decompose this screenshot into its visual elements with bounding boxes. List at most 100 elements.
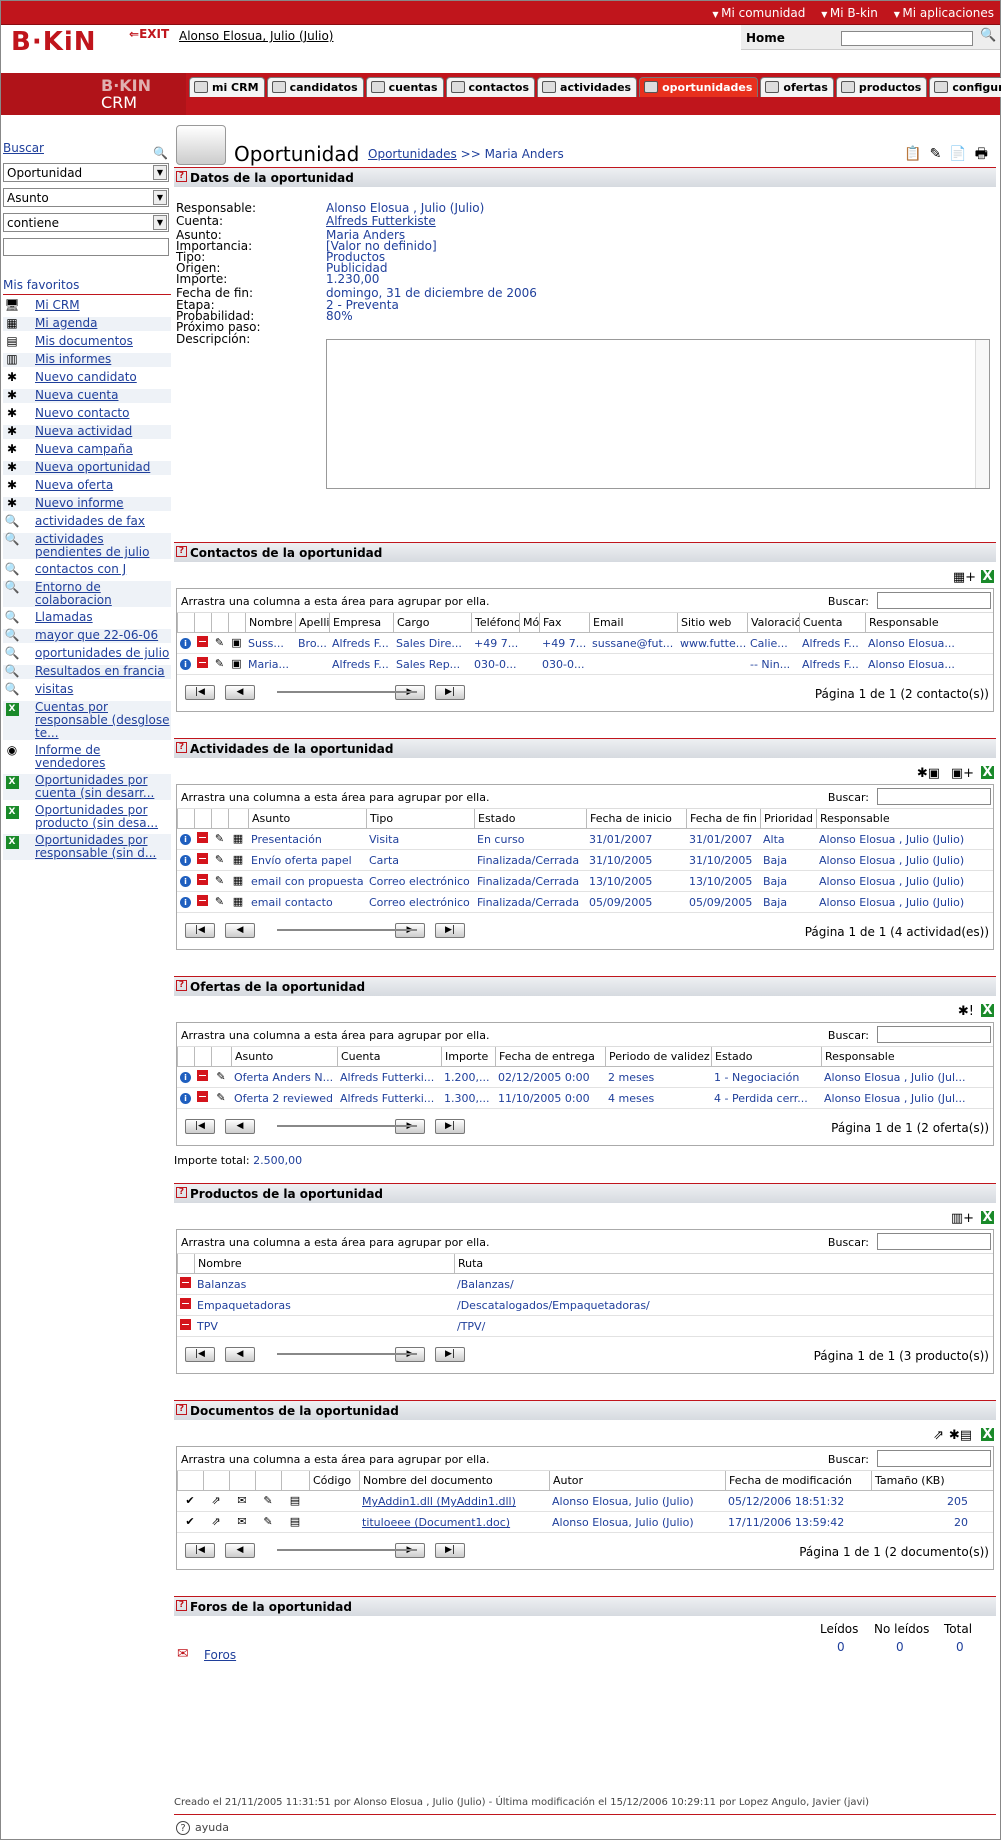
contact-card-icon[interactable]: ▣ [228, 633, 245, 653]
operator-select[interactable]: contiene ▼ [3, 213, 169, 232]
comment-icon[interactable]: ✉ [229, 1491, 255, 1511]
excel-icon[interactable]: X [981, 1428, 994, 1441]
comment-icon[interactable]: ✉ [229, 1512, 255, 1532]
column-header[interactable]: Responsable [865, 613, 955, 632]
new-opportunity-icon[interactable]: 📋 [904, 146, 929, 162]
prev-page-button[interactable]: ◀ [225, 1347, 255, 1362]
column-header[interactable]: Apellido [295, 613, 329, 632]
first-page-button[interactable]: |◀ [185, 1347, 215, 1362]
search-icon[interactable]: 🔍 [980, 28, 996, 43]
checkin-icon[interactable]: ✔ [177, 1512, 203, 1532]
open-link-icon[interactable]: ⇗ [203, 1512, 229, 1532]
column-header[interactable]: Código [309, 1471, 359, 1490]
checkin-icon[interactable]: ✔ [177, 1491, 203, 1511]
favorite-item[interactable]: 🔍 mayor que 22-06-06 [3, 629, 171, 643]
table-row[interactable]: i ✎ Oferta Anders N... Alfreds Futterki... 1… [177, 1067, 993, 1088]
info-icon[interactable]: i [177, 892, 194, 912]
favorite-item[interactable]: ▥ Mis informes [3, 353, 171, 367]
tab-contactos[interactable]: contactos [445, 77, 536, 97]
excel-icon[interactable]: X [981, 570, 994, 583]
column-header[interactable]: Nombre [194, 1254, 454, 1273]
edit-icon[interactable]: ✎ [255, 1491, 281, 1511]
favorite-link[interactable]: Informe de vendedores [35, 744, 171, 770]
table-row[interactable]: i ✎ ▦ Presentación Visita En curso 31/01/2007 3… [177, 829, 993, 850]
new-document-icon[interactable]: ✱▤ [949, 1428, 972, 1443]
tab-cuentas[interactable]: cuentas [365, 77, 444, 97]
column-header[interactable]: Periodo de validez [605, 1047, 711, 1066]
favorite-item[interactable]: X Oportunidades por producto (sin desa... [3, 804, 171, 830]
help-icon[interactable]: ? [176, 1187, 187, 1198]
table-row[interactable]: Balanzas/Balanzas/ [177, 1274, 993, 1295]
favorite-link[interactable]: Nueva oferta [35, 479, 113, 492]
field-select[interactable]: Asunto ▼ [3, 188, 169, 207]
help-icon[interactable]: ? [176, 980, 187, 991]
top-search-input[interactable] [841, 31, 973, 46]
delete-icon[interactable] [194, 1067, 211, 1087]
tab-actividades[interactable]: actividades [537, 77, 638, 97]
first-page-button[interactable]: |◀ [185, 923, 215, 938]
column-header[interactable]: Autor [549, 1471, 725, 1490]
search-icon[interactable]: 🔍 [153, 146, 168, 160]
info-icon[interactable]: i [177, 871, 194, 891]
column-header[interactable]: Empresa [329, 613, 393, 632]
favorite-link[interactable]: Nueva cuenta [35, 389, 118, 402]
favorite-item[interactable]: ✱ Nuevo informe [3, 497, 171, 511]
table-cell[interactable]: MyAddin1.dll (MyAddin1.dll) [359, 1491, 549, 1511]
column-header[interactable]: Tipo [366, 809, 474, 828]
help-icon[interactable]: ? [176, 1600, 187, 1611]
favorite-link[interactable]: Llamadas [35, 611, 93, 624]
help-link[interactable]: ? ayuda [176, 1821, 229, 1835]
column-header[interactable]: Responsable [816, 809, 976, 828]
mi-aplicaciones-link[interactable]: Mi aplicaciones [894, 6, 994, 20]
delete-icon[interactable] [177, 1295, 194, 1315]
favorite-item[interactable]: 🔍 actividades pendientes de julio [3, 533, 171, 559]
favorite-item[interactable]: X Oportunidades por responsable (sin d... [3, 834, 171, 860]
foros-link[interactable]: Foros [204, 1648, 236, 1662]
favorite-item[interactable]: 🔍 Entorno de colaboracion [3, 581, 171, 607]
sidebar-buscar-link[interactable]: Buscar [3, 141, 44, 155]
delete-icon[interactable] [194, 850, 211, 870]
excel-icon[interactable]: X [981, 1211, 994, 1224]
favorite-link[interactable]: actividades de fax [35, 515, 145, 528]
user-link[interactable]: Alonso Elosua, Julio (Julio) [179, 29, 333, 43]
info-icon[interactable]: i [177, 633, 194, 653]
add-activity-icon[interactable]: ▣+ [951, 766, 974, 781]
column-header[interactable]: Nombre [245, 613, 295, 632]
mi-bkin-link[interactable]: Mi B-kin [821, 6, 878, 20]
group-by-area[interactable]: Arrastra una columna a esta área para ag… [181, 595, 489, 608]
breadcrumb-link[interactable]: Oportunidades [368, 147, 457, 161]
edit-icon[interactable]: ✎ [211, 892, 228, 912]
column-header[interactable]: Email [589, 613, 677, 632]
exit-button[interactable]: ⇐EXIT [129, 27, 169, 41]
help-icon[interactable]: ? [176, 171, 187, 182]
favorite-link[interactable]: Mis informes [35, 353, 111, 366]
help-icon[interactable]: ? [176, 546, 187, 557]
favorite-link[interactable]: mayor que 22-06-06 [35, 629, 158, 642]
contact-card-icon[interactable]: ▣ [228, 654, 245, 674]
table-row[interactable]: i ✎ ▦ email contacto Correo electrónico Final… [177, 892, 993, 913]
last-page-button[interactable]: ▶| [435, 1543, 465, 1558]
favorite-link[interactable]: Nueva campaña [35, 443, 133, 456]
add-product-icon[interactable]: ▥+ [951, 1211, 974, 1226]
column-header[interactable]: Importe [441, 1047, 495, 1066]
favorite-link[interactable]: Cuentas por responsable (desglose te... [35, 701, 171, 740]
favorite-link[interactable]: actividades pendientes de julio [35, 533, 171, 559]
favorite-item[interactable]: ✱ Nueva oportunidad [3, 461, 171, 475]
home-link[interactable]: Home [746, 31, 785, 45]
activity-type-icon[interactable]: ▦ [228, 829, 248, 849]
column-header[interactable]: Teléfono [471, 613, 519, 632]
group-by-area[interactable]: Arrastra una columna a esta área para ag… [181, 1453, 489, 1466]
favorite-link[interactable]: Nueva oportunidad [35, 461, 150, 474]
page-slider[interactable] [277, 1353, 417, 1355]
favorite-item[interactable]: 🔍 visitas [3, 683, 171, 697]
info-icon[interactable]: i [177, 829, 194, 849]
tab-productos[interactable]: productos [835, 77, 928, 97]
new-activity-icon[interactable]: ✱▣ [917, 766, 940, 781]
prev-page-button[interactable]: ◀ [225, 685, 255, 700]
column-header[interactable]: Responsable [821, 1047, 975, 1066]
column-header[interactable]: Mó [519, 613, 539, 632]
column-header[interactable]: Estado [711, 1047, 821, 1066]
grid-search-input[interactable] [877, 1450, 991, 1467]
account-link[interactable]: Alfreds Futterkiste [326, 214, 436, 228]
table-row[interactable]: i ✎ ▦ email con propuesta Correo electrónico… [177, 871, 993, 892]
